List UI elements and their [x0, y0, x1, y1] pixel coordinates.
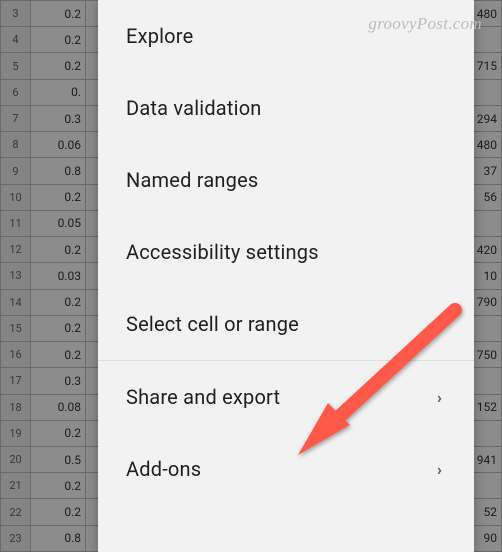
row-number-header: 23: [1, 525, 31, 551]
cell[interactable]: 0.2: [31, 1, 86, 27]
row-number-header: 15: [1, 315, 31, 341]
row-number-header: 7: [1, 105, 31, 131]
cell[interactable]: 0.8: [31, 525, 86, 551]
menu-item-label: Data validation: [126, 96, 262, 120]
cell[interactable]: 0.08: [31, 394, 86, 420]
row-number-header: 14: [1, 289, 31, 315]
menu-item-label: Share and export: [126, 385, 280, 409]
menu-item-label: Named ranges: [126, 168, 258, 192]
row-number-header: 16: [1, 342, 31, 368]
chevron-right-icon: ›: [437, 460, 442, 479]
row-number-header: 20: [1, 446, 31, 472]
menu-item-label: Accessibility settings: [126, 240, 319, 264]
cell[interactable]: 0.: [31, 79, 86, 105]
menu-item-accessibility-settings[interactable]: Accessibility settings: [98, 216, 474, 288]
menu-item-share-and-export[interactable]: Share and export ›: [98, 361, 474, 433]
cell[interactable]: 0.2: [31, 315, 86, 341]
row-number-header: 13: [1, 263, 31, 289]
row-number-header: 12: [1, 237, 31, 263]
row-number-header: 6: [1, 79, 31, 105]
menu-item-named-ranges[interactable]: Named ranges: [98, 144, 474, 216]
cell[interactable]: 0.2: [31, 53, 86, 79]
cell[interactable]: 0.2: [31, 420, 86, 446]
menu-item-explore[interactable]: Explore: [98, 0, 474, 72]
watermark-text: groovyPost.com: [368, 14, 482, 34]
cell[interactable]: 0.2: [31, 27, 86, 53]
cell[interactable]: 0.06: [31, 132, 86, 158]
chevron-right-icon: ›: [437, 388, 442, 407]
cell[interactable]: 0.2: [31, 237, 86, 263]
row-number-header: 5: [1, 53, 31, 79]
cell[interactable]: 0.05: [31, 210, 86, 236]
row-number-header: 3: [1, 1, 31, 27]
menu-item-select-cell-or-range[interactable]: Select cell or range: [98, 288, 474, 360]
context-menu-panel: Explore Data validation Named ranges Acc…: [98, 0, 474, 552]
row-number-header: 18: [1, 394, 31, 420]
cell[interactable]: 0.8: [31, 158, 86, 184]
row-number-header: 22: [1, 499, 31, 525]
cell[interactable]: 0.3: [31, 368, 86, 394]
menu-item-label: Select cell or range: [126, 312, 299, 336]
menu-item-label: Add-ons: [126, 457, 201, 481]
cell[interactable]: 0.2: [31, 184, 86, 210]
cell[interactable]: 0.5: [31, 446, 86, 472]
row-number-header: 19: [1, 420, 31, 446]
row-number-header: 11: [1, 210, 31, 236]
menu-item-label: Explore: [126, 24, 193, 48]
row-number-header: 17: [1, 368, 31, 394]
row-number-header: 21: [1, 473, 31, 499]
row-number-header: 9: [1, 158, 31, 184]
cell[interactable]: 0.2: [31, 342, 86, 368]
row-number-header: 4: [1, 27, 31, 53]
cell[interactable]: 0.3: [31, 105, 86, 131]
row-number-header: 10: [1, 184, 31, 210]
row-number-header: 8: [1, 132, 31, 158]
menu-item-data-validation[interactable]: Data validation: [98, 72, 474, 144]
cell[interactable]: 0.03: [31, 263, 86, 289]
menu-item-add-ons[interactable]: Add-ons ›: [98, 433, 474, 505]
cell[interactable]: 0.2: [31, 289, 86, 315]
cell[interactable]: 0.2: [31, 499, 86, 525]
cell[interactable]: 0.2: [31, 473, 86, 499]
